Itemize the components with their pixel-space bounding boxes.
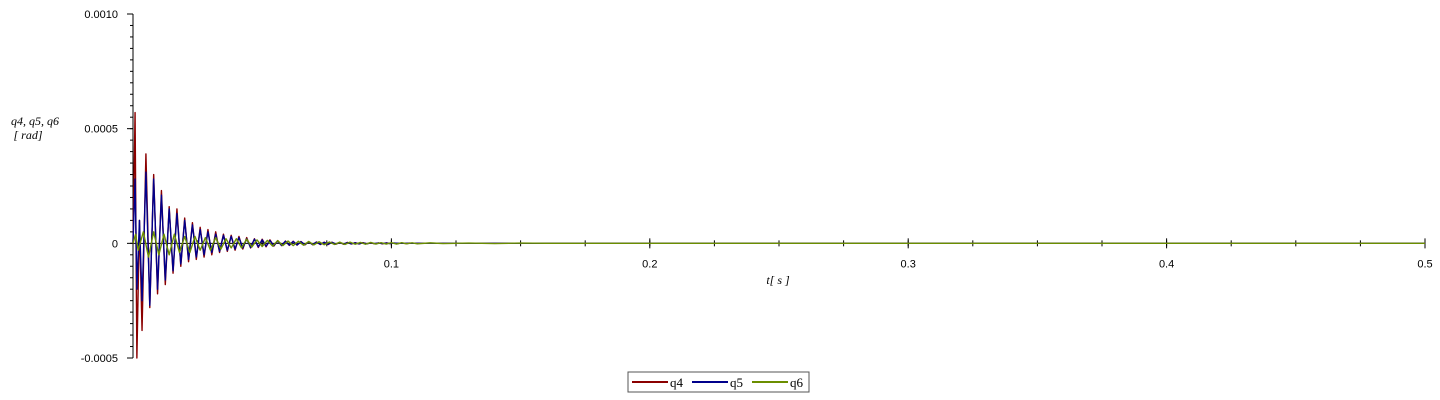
series-layer: [132, 111, 1425, 359]
legend: q4 q5 q6: [627, 371, 810, 393]
x-tick-label: 0.5: [1417, 258, 1432, 270]
axis-labels: q4, q5, q6 [ rad] t[ s ]: [11, 114, 790, 287]
axes: 0.0010 0.0005 0 -0.0005 0.1 0.2 0.3 0.4 0.5: [81, 9, 1433, 365]
y-axis-label-line-1: q4, q5, q6: [11, 114, 59, 128]
x-axis-label: t[ s ]: [766, 273, 790, 287]
y-tick-label: -0.0005: [81, 353, 118, 365]
x-tick-label: 0.4: [1159, 258, 1174, 270]
line-chart: 0.0010 0.0005 0 -0.0005 0.1 0.2 0.3 0.4 0.5 q4, …: [11, 9, 1433, 393]
x-tick-label: 0.1: [384, 258, 399, 270]
legend-label: q6: [790, 375, 804, 390]
y-tick-label: 0: [112, 238, 118, 250]
y-tick-label: 0.0005: [84, 124, 118, 136]
x-tick-label: 0.3: [901, 258, 916, 270]
legend-label: q4: [670, 375, 684, 390]
y-tick-label: 0.0010: [84, 9, 118, 21]
x-tick-label: 0.2: [642, 258, 657, 270]
series-line-q4: [132, 111, 1425, 359]
y-axis-label-line-2: [ rad]: [13, 128, 42, 142]
legend-label: q5: [730, 375, 743, 390]
